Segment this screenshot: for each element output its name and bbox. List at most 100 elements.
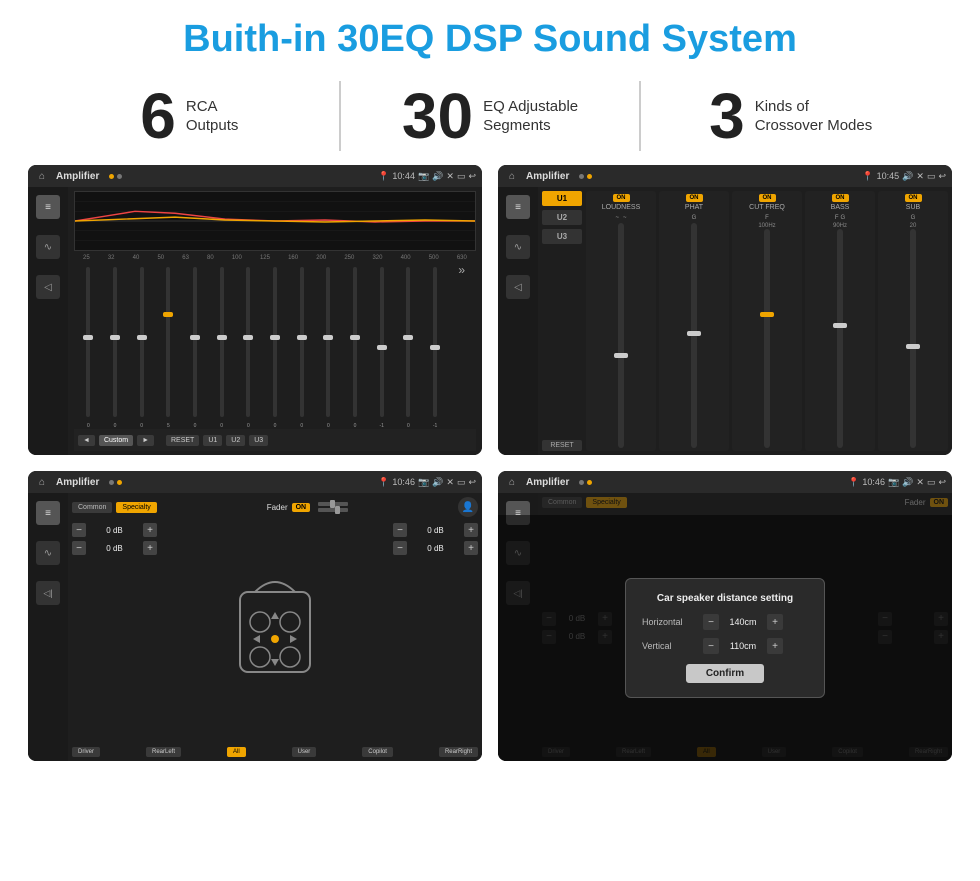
eq-slider-2[interactable]: 0 <box>129 263 154 429</box>
plus-btn-2[interactable]: + <box>464 523 478 537</box>
btn-user[interactable]: User <box>292 747 317 757</box>
plus-btn-3[interactable]: + <box>464 541 478 555</box>
tab-specialty[interactable]: Specialty <box>116 502 156 513</box>
sidebar-eq-icon-2[interactable]: ≡ <box>506 195 530 219</box>
close-icon-1[interactable]: ✕ <box>446 171 454 182</box>
bar-title-2: Amplifier <box>526 171 569 182</box>
plus-btn-1[interactable]: + <box>143 541 157 555</box>
home-icon-4[interactable]: ⌂ <box>504 474 520 490</box>
eq-slider-10[interactable]: 0 <box>343 263 368 429</box>
reset-amp-btn[interactable]: RESET <box>542 440 582 451</box>
home-icon-2[interactable]: ⌂ <box>504 168 520 184</box>
expand-icon[interactable]: » <box>449 263 474 429</box>
freq-250: 250 <box>344 255 354 261</box>
close-icon-2[interactable]: ✕ <box>916 171 924 182</box>
preset-custom-btn[interactable]: Custom <box>99 435 133 446</box>
u3-btn[interactable]: U3 <box>249 435 268 446</box>
back-icon-2[interactable]: ↩ <box>938 171 946 182</box>
vertical-minus-btn[interactable]: − <box>703 638 719 654</box>
preset-u2[interactable]: U2 <box>542 210 582 225</box>
back-icon-4[interactable]: ↩ <box>938 477 946 488</box>
minus-btn-0[interactable]: − <box>72 523 86 537</box>
eq-slider-8[interactable]: 0 <box>289 263 314 429</box>
fader-buttons: Driver RearLeft All User Copilot RearRig… <box>72 747 478 757</box>
fader-user-icon[interactable]: 👤 <box>458 497 478 517</box>
db-row-2: − 0 dB + <box>393 523 478 537</box>
vertical-value: 110cm <box>723 641 763 651</box>
eq-graph <box>74 191 476 251</box>
btn-all[interactable]: All <box>227 747 246 757</box>
close-icon-3[interactable]: ✕ <box>446 477 454 488</box>
ctrl-bass: ON BASS FG 90Hz <box>805 191 875 451</box>
minus-btn-3[interactable]: − <box>393 541 407 555</box>
eq-slider-4[interactable]: 0 <box>183 263 208 429</box>
screen-content-3: ≡ ∿ ◁| Common Specialty Fader ON 👤 <box>28 493 482 761</box>
dialog-box: Car speaker distance setting Horizontal … <box>625 578 825 698</box>
confirm-button[interactable]: Confirm <box>686 664 764 683</box>
btn-rearleft[interactable]: RearLeft <box>146 747 181 757</box>
rect-icon-4[interactable]: ▭ <box>927 477 936 488</box>
sidebar-eq-icon[interactable]: ≡ <box>36 195 60 219</box>
rect-icon-3[interactable]: ▭ <box>457 477 466 488</box>
sidebar-wave-icon-3[interactable]: ∿ <box>36 541 60 565</box>
sidebar-speaker-icon[interactable]: ◁ <box>36 275 60 299</box>
back-icon-3[interactable]: ↩ <box>468 477 476 488</box>
android-bar-1: ⌂ Amplifier 📍 10:44 📷 🔊 ✕ ▭ ↩ <box>28 165 482 187</box>
eq-slider-0[interactable]: 0 <box>76 263 101 429</box>
rect-icon-2[interactable]: ▭ <box>927 171 936 182</box>
rect-icon-1[interactable]: ▭ <box>457 171 466 182</box>
sidebar-speaker-icon-2[interactable]: ◁ <box>506 275 530 299</box>
eq-slider-3[interactable]: 5 <box>156 263 181 429</box>
db-row-3: − 0 dB + <box>393 541 478 555</box>
horizontal-minus-btn[interactable]: − <box>703 614 719 630</box>
dot-indicators-1 <box>109 174 122 179</box>
eq-slider-1[interactable]: 0 <box>103 263 128 429</box>
eq-slider-13[interactable]: -1 <box>423 263 448 429</box>
back-icon-1[interactable]: ↩ <box>468 171 476 182</box>
btn-driver[interactable]: Driver <box>72 747 100 757</box>
horizontal-plus-btn[interactable]: + <box>767 614 783 630</box>
minus-btn-2[interactable]: − <box>393 523 407 537</box>
reset-btn[interactable]: RESET <box>166 435 199 446</box>
screen-content-4: ≡ ∿ ◁| Common Specialty Fader ON −0 dB+ … <box>498 493 952 761</box>
eq-slider-7[interactable]: 0 <box>263 263 288 429</box>
stats-row: 6 RCAOutputs 30 EQ AdjustableSegments 3 … <box>0 73 980 165</box>
eq-slider-9[interactable]: 0 <box>316 263 341 429</box>
preset-u3[interactable]: U3 <box>542 229 582 244</box>
prev-preset-btn[interactable]: ◄ <box>78 435 95 446</box>
location-icon-2: 📍 <box>862 171 873 182</box>
close-icon-4[interactable]: ✕ <box>916 477 924 488</box>
next-preset-btn[interactable]: ► <box>137 435 154 446</box>
left-sidebar-1: ≡ ∿ ◁ <box>28 187 68 455</box>
freq-100: 100 <box>232 255 242 261</box>
bar-icons-1: 📍 10:44 📷 🔊 ✕ ▭ ↩ <box>378 171 476 182</box>
btn-rearright[interactable]: RearRight <box>439 747 478 757</box>
freq-400: 400 <box>401 255 411 261</box>
volume-icon-3: 🔊 <box>432 477 443 488</box>
u1-btn[interactable]: U1 <box>203 435 222 446</box>
stat-number-3: 3 <box>709 84 745 148</box>
sidebar-wave-icon-2[interactable]: ∿ <box>506 235 530 259</box>
tab-common[interactable]: Common <box>72 502 112 513</box>
u2-btn[interactable]: U2 <box>226 435 245 446</box>
volume-icon-2: 🔊 <box>902 171 913 182</box>
eq-main: 25 32 40 50 63 80 100 125 160 200 250 32… <box>68 187 482 455</box>
btn-copilot[interactable]: Copilot <box>362 747 393 757</box>
home-icon-3[interactable]: ⌂ <box>34 474 50 490</box>
freq-125: 125 <box>260 255 270 261</box>
horizontal-value: 140cm <box>723 617 763 627</box>
eq-slider-5[interactable]: 0 <box>209 263 234 429</box>
eq-slider-11[interactable]: -1 <box>369 263 394 429</box>
eq-slider-12[interactable]: 0 <box>396 263 421 429</box>
home-icon-1[interactable]: ⌂ <box>34 168 50 184</box>
vertical-plus-btn[interactable]: + <box>767 638 783 654</box>
plus-btn-0[interactable]: + <box>143 523 157 537</box>
sidebar-eq-icon-3[interactable]: ≡ <box>36 501 60 525</box>
preset-u1[interactable]: U1 <box>542 191 582 206</box>
sidebar-vol-icon-3[interactable]: ◁| <box>36 581 60 605</box>
minus-btn-1[interactable]: − <box>72 541 86 555</box>
eq-slider-6[interactable]: 0 <box>236 263 261 429</box>
android-bar-3: ⌂ Amplifier 📍 10:46 📷 🔊 ✕ ▭ ↩ <box>28 471 482 493</box>
fader-sliders-mini <box>318 502 348 512</box>
sidebar-wave-icon[interactable]: ∿ <box>36 235 60 259</box>
